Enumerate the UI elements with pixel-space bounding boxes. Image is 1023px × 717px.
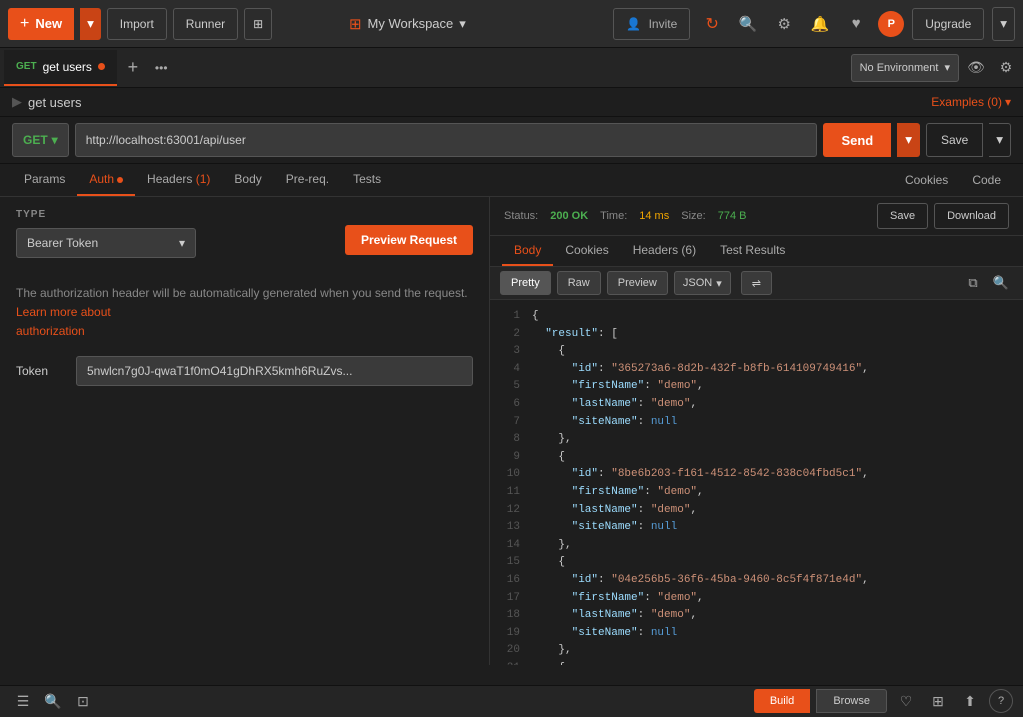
tabs-bar: GET get users + ••• No Environment ▾ 👁 ⚙ — [0, 48, 1023, 88]
tab-auth[interactable]: Auth — [77, 164, 135, 196]
copy-button[interactable]: ⧉ — [961, 271, 985, 295]
resp-tab-headers[interactable]: Headers (6) — [621, 236, 708, 266]
resp-tab-cookies[interactable]: Cookies — [553, 236, 620, 266]
send-button[interactable]: Send — [823, 123, 891, 157]
response-status-bar: Status: 200 OK Time: 14 ms Size: 774 B S… — [490, 197, 1023, 236]
resp-tab-body[interactable]: Body — [502, 236, 553, 266]
import-button[interactable]: Import — [107, 8, 167, 40]
learn-more-link[interactable]: Learn more about authorization — [16, 305, 111, 338]
response-buttons: Save Download — [877, 203, 1009, 229]
code-content: { "result": [ { "id": "365273a6-8d2b-432… — [526, 300, 1023, 665]
type-label: TYPE — [16, 209, 333, 220]
response-tabs: Body Cookies Headers (6) Test Results — [490, 236, 1023, 267]
auth-panel: TYPE Bearer Token ▾ Preview Request The … — [0, 197, 490, 665]
method-selector[interactable]: GET ▾ — [12, 123, 69, 157]
bottom-console-button[interactable]: ☰ — [10, 689, 36, 715]
tab-label: get users — [43, 60, 92, 74]
bottom-bar: ☰ 🔍 ⊡ Build Browse ♡ ⊞ ⬆ ? — [0, 685, 1023, 717]
notification-button[interactable]: 🔔 — [806, 10, 834, 38]
nav-right: 👤 Invite ↻ 🔍 ⚙ 🔔 ♥ P Upgrade ▾ — [613, 7, 1015, 41]
workspace-selector[interactable]: ⊞ My Workspace ▾ — [349, 15, 466, 33]
response-download-button[interactable]: Download — [934, 203, 1009, 229]
settings-button[interactable]: ⚙ — [770, 10, 798, 38]
save-button[interactable]: Save — [926, 123, 983, 157]
pretty-button[interactable]: Pretty — [500, 271, 551, 295]
preview-request-button[interactable]: Preview Request — [345, 225, 473, 255]
token-label: Token — [16, 364, 66, 378]
status-value: 200 OK — [550, 210, 588, 222]
save-dropdown[interactable]: ▾ — [989, 123, 1011, 157]
status-label: Status: — [504, 210, 538, 222]
runner-button[interactable]: Runner — [173, 8, 238, 40]
search-button[interactable]: 🔍 — [734, 10, 762, 38]
preview-button[interactable]: Preview — [607, 271, 668, 295]
search-in-code-button[interactable]: 🔍 — [989, 271, 1013, 295]
token-input[interactable] — [76, 356, 473, 386]
response-save-button[interactable]: Save — [877, 203, 928, 229]
more-tabs-button[interactable]: ••• — [149, 61, 174, 75]
bottom-cloud-button[interactable]: ⬆ — [957, 689, 983, 715]
examples-link[interactable]: Examples (0) ▾ — [931, 95, 1011, 109]
browse-button[interactable]: Browse — [816, 689, 887, 713]
auth-description: The authorization header will be automat… — [16, 284, 473, 342]
tabs-right: No Environment ▾ 👁 ⚙ — [851, 54, 1019, 82]
new-tab-button[interactable]: + — [119, 54, 147, 82]
top-nav: + New ▾ Import Runner ⊞ ⊞ My Workspace ▾… — [0, 0, 1023, 48]
favorite-button[interactable]: ♥ — [842, 10, 870, 38]
help-button[interactable]: ? — [989, 689, 1013, 713]
raw-button[interactable]: Raw — [557, 271, 601, 295]
request-tabs: Params Auth Headers (1) Body Pre-req. Te… — [0, 164, 1023, 197]
send-dropdown[interactable]: ▾ — [897, 123, 920, 157]
bearer-token-select[interactable]: Bearer Token ▾ — [16, 228, 196, 258]
request-tab[interactable]: GET get users — [4, 50, 117, 86]
code-toolbar: Pretty Raw Preview JSON ▾ ⇌ ⧉ 🔍 — [490, 267, 1023, 300]
bottom-right: Build Browse ♡ ⊞ ⬆ ? — [754, 689, 1013, 715]
url-input[interactable] — [75, 123, 818, 157]
code-icons: ⧉ 🔍 — [961, 271, 1013, 295]
bottom-search-button[interactable]: 🔍 — [40, 689, 66, 715]
url-bar: GET ▾ Send ▾ Save ▾ — [0, 117, 1023, 164]
time-label: Time: — [600, 210, 627, 222]
line-numbers: 12345 678910 1112131415 1617181920 21222… — [490, 300, 526, 665]
upgrade-button[interactable]: Upgrade — [912, 8, 984, 40]
response-panel: Status: 200 OK Time: 14 ms Size: 774 B S… — [490, 197, 1023, 665]
tab-body[interactable]: Body — [222, 164, 273, 196]
wrap-button[interactable]: ⇌ — [741, 271, 772, 295]
token-row: Token — [16, 356, 473, 386]
settings-icon[interactable]: ⚙ — [993, 55, 1019, 81]
code-area: 12345 678910 1112131415 1617181920 21222… — [490, 300, 1023, 665]
eye-icon[interactable]: 👁 — [963, 55, 989, 81]
upgrade-dropdown[interactable]: ▾ — [992, 7, 1015, 41]
time-value: 14 ms — [639, 210, 669, 222]
resp-tab-test-results[interactable]: Test Results — [708, 236, 797, 266]
size-label: Size: — [681, 210, 705, 222]
sync-button[interactable]: ↻ — [698, 10, 726, 38]
cookies-link[interactable]: Cookies — [895, 165, 958, 195]
request-title: ▶ get users — [12, 94, 81, 110]
tab-headers[interactable]: Headers (1) — [135, 164, 222, 196]
code-link[interactable]: Code — [962, 165, 1011, 195]
tab-method: GET — [16, 61, 37, 72]
request-breadcrumb: ▶ get users Examples (0) ▾ — [0, 88, 1023, 117]
build-button[interactable]: Build — [754, 689, 810, 713]
tab-tests[interactable]: Tests — [341, 164, 393, 196]
environment-selector[interactable]: No Environment ▾ — [851, 54, 959, 82]
invite-button[interactable]: 👤 Invite — [613, 8, 690, 40]
type-row: TYPE Bearer Token ▾ Preview Request — [16, 209, 473, 270]
avatar[interactable]: P — [878, 11, 904, 37]
tab-params[interactable]: Params — [12, 164, 77, 196]
bottom-grid-button[interactable]: ⊞ — [925, 689, 951, 715]
bottom-layout-button[interactable]: ⊡ — [70, 689, 96, 715]
req-tabs-right: Cookies Code — [895, 165, 1011, 195]
new-button[interactable]: + New — [8, 8, 74, 40]
tab-prereq[interactable]: Pre-req. — [274, 164, 341, 196]
bottom-heart-button[interactable]: ♡ — [893, 689, 919, 715]
size-value: 774 B — [718, 210, 747, 222]
format-selector[interactable]: JSON ▾ — [674, 271, 731, 295]
main-content: TYPE Bearer Token ▾ Preview Request The … — [0, 197, 1023, 665]
layout-button[interactable]: ⊞ — [244, 8, 272, 40]
new-dropdown-arrow[interactable]: ▾ — [80, 8, 101, 40]
tab-unsaved-dot — [98, 63, 105, 70]
